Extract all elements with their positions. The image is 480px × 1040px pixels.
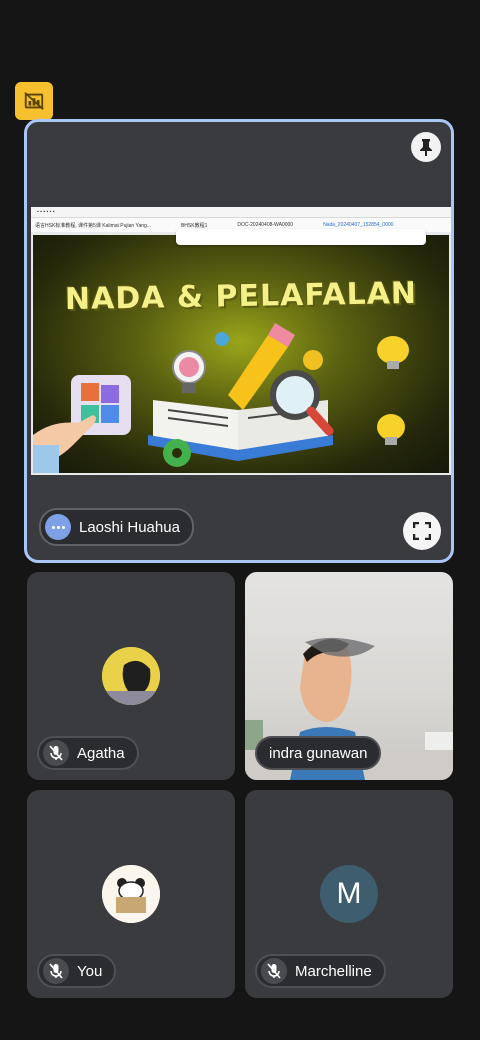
browser-toolbar: ▪ ▪ ▪ ▪ ▪ ▪: [31, 207, 451, 218]
presenter-name: Laoshi Huahua: [79, 518, 180, 536]
browser-tab: Nada_20240407_152854_0000: [323, 222, 394, 228]
mic-off-icon: [43, 740, 69, 766]
avatar: M: [320, 865, 378, 923]
browser-tab: BHSK教程1: [180, 222, 208, 229]
toolbar-dots: ▪ ▪ ▪ ▪ ▪ ▪: [37, 209, 55, 215]
fullscreen-button[interactable]: [403, 512, 441, 550]
presentation-tile[interactable]: ▪ ▪ ▪ ▪ ▪ ▪ 语言HSK标准教程, 课件第5课 Kalimat Puj…: [24, 119, 454, 563]
fullscreen-icon: [413, 522, 431, 540]
annotation-toolbar: [176, 229, 426, 245]
participant-tile[interactable]: M Marchelline: [245, 790, 453, 998]
participant-name: Marchelline: [295, 962, 372, 980]
browser-tab: DOC-20240408-WA0000: [237, 222, 294, 228]
presenter-name-chip: Laoshi Huahua: [39, 508, 194, 546]
avatar: [102, 647, 160, 705]
participant-name: indra gunawan: [269, 744, 368, 762]
participant-name-chip: You: [37, 954, 117, 988]
shared-screen: ▪ ▪ ▪ ▪ ▪ ▪ 语言HSK标准教程, 课件第5课 Kalimat Puj…: [31, 207, 451, 475]
pin-button[interactable]: [411, 132, 441, 162]
avatar-initial: M: [336, 877, 362, 910]
presentation-status-badge[interactable]: [15, 82, 53, 120]
avatar: [102, 865, 160, 923]
participant-tile[interactable]: Agatha: [27, 572, 235, 780]
avatar-image: [102, 647, 160, 705]
avatar-image: [102, 865, 160, 923]
participant-name: Agatha: [77, 744, 125, 762]
slide-illustration: [33, 323, 409, 473]
participant-name: You: [77, 962, 103, 980]
participant-name-chip: indra gunawan: [255, 736, 382, 770]
participant-tile[interactable]: indra gunawan: [245, 572, 453, 780]
browser-tab: 语言HSK标准教程, 课件第5课 Kalimat Pujian Yang...: [35, 222, 151, 229]
participant-name-chip: Marchelline: [255, 954, 386, 988]
slide-content: NADA & PELAFALAN: [33, 235, 449, 473]
no-video-presentation-icon: [24, 92, 44, 110]
participant-tile[interactable]: You: [27, 790, 235, 998]
mic-off-icon: [261, 958, 287, 984]
participant-name-chip: Agatha: [37, 736, 139, 770]
mic-off-icon: [43, 958, 69, 984]
pin-icon: [420, 139, 432, 156]
more-icon[interactable]: [45, 514, 71, 540]
